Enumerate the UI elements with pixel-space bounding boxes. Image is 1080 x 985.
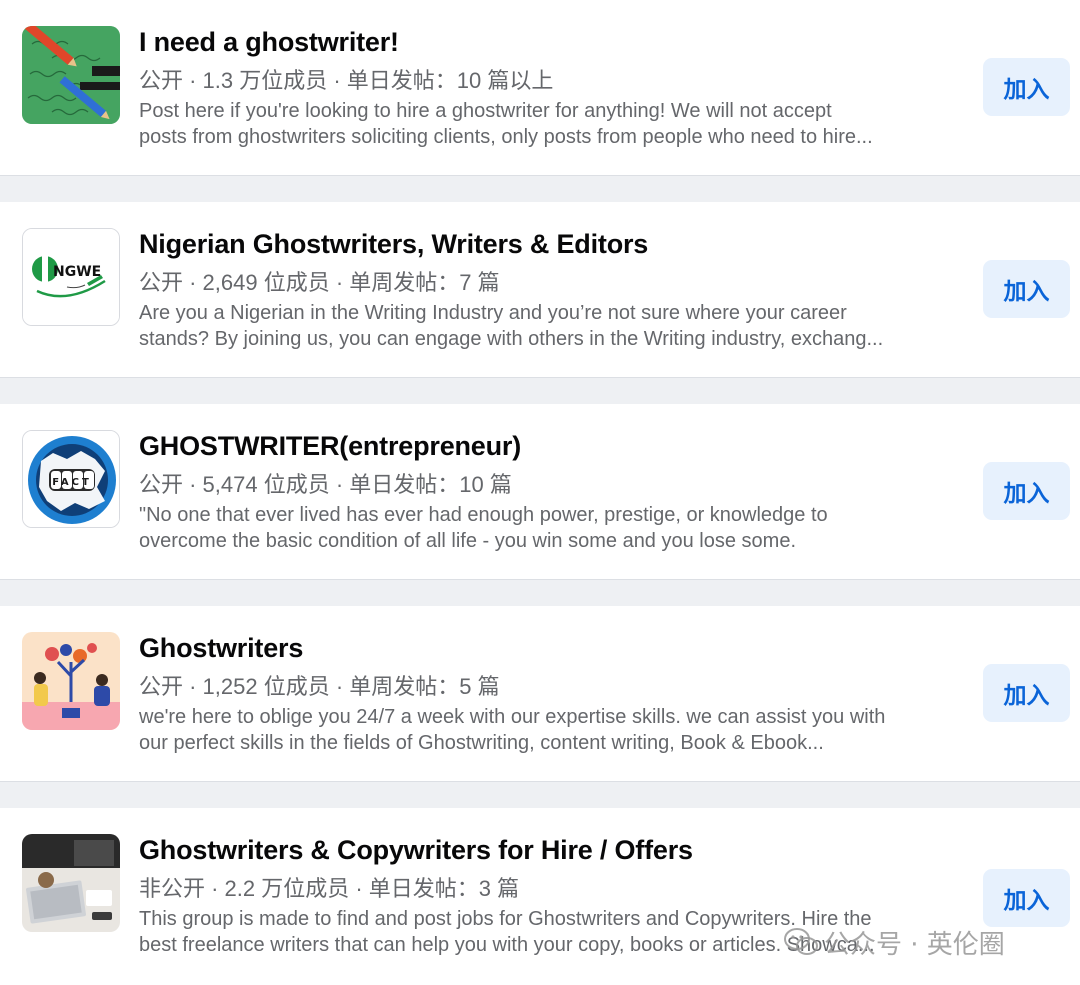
group-results-list: I need a ghostwriter! 公开 · 1.3 万位成员 · 单日…: [0, 0, 1080, 985]
group-thumbnail[interactable]: FACT: [22, 430, 120, 528]
group-meta: 公开 · 2,649 位成员 · 单周发帖：7 篇: [139, 270, 500, 295]
description-line: Post here if you're looking to hire a gh…: [139, 100, 832, 122]
group-title[interactable]: Ghostwriters: [139, 633, 303, 664]
pencil-handwriting-image: [22, 26, 120, 124]
group-card[interactable]: NGWE Nigerian Ghostwriters, Writers & Ed…: [0, 202, 1080, 378]
description-line: Are you a Nigerian in the Writing Indust…: [139, 302, 847, 324]
group-card[interactable]: Ghostwriters 公开 · 1,252 位成员 · 单周发帖：5 篇 w…: [0, 606, 1080, 782]
description-line: "No one that ever lived has ever had eno…: [139, 504, 828, 526]
description-line: our perfect skills in the fields of Ghos…: [139, 732, 824, 754]
ngwe-logo: NGWE: [23, 229, 119, 325]
group-meta: 非公开 · 2.2 万位成员 · 单日发帖：3 篇: [139, 876, 520, 901]
logo-text: FACT: [52, 477, 92, 488]
join-button[interactable]: 加入: [983, 664, 1070, 722]
people-plants-illustration: [22, 632, 120, 730]
join-button[interactable]: 加入: [983, 58, 1070, 116]
fist-fact-image: FACT: [23, 431, 119, 527]
wechat-icon: [784, 928, 818, 955]
join-button[interactable]: 加入: [983, 260, 1070, 318]
description-line: posts from ghostwriters soliciting clien…: [139, 126, 873, 148]
join-button[interactable]: 加入: [983, 462, 1070, 520]
group-meta: 公开 · 1,252 位成员 · 单周发帖：5 篇: [139, 674, 500, 699]
group-description: Are you a Nigerian in the Writing Indust…: [139, 300, 969, 352]
logo-text: NGWE: [53, 264, 101, 280]
description-line: overcome the basic condition of all life…: [139, 530, 797, 552]
description-line: we're here to oblige you 24/7 a week wit…: [139, 706, 886, 728]
group-thumbnail[interactable]: [22, 632, 120, 730]
group-title[interactable]: GHOSTWRITER(entrepreneur): [139, 431, 521, 462]
group-meta: 公开 · 5,474 位成员 · 单日发帖：10 篇: [139, 472, 512, 497]
group-title[interactable]: Ghostwriters & Copywriters for Hire / Of…: [139, 835, 693, 866]
laptop-desk-photo: [22, 834, 120, 932]
join-button[interactable]: 加入: [983, 869, 1070, 927]
description-line: stands? By joining us, you can engage wi…: [139, 328, 884, 350]
group-card[interactable]: I need a ghostwriter! 公开 · 1.3 万位成员 · 单日…: [0, 0, 1080, 176]
group-thumbnail[interactable]: [22, 834, 120, 932]
group-description: Post here if you're looking to hire a gh…: [139, 98, 969, 150]
group-title[interactable]: Nigerian Ghostwriters, Writers & Editors: [139, 229, 648, 260]
group-meta: 公开 · 1.3 万位成员 · 单日发帖：10 篇以上: [139, 68, 554, 93]
group-thumbnail[interactable]: NGWE: [22, 228, 120, 326]
group-description: "No one that ever lived has ever had eno…: [139, 502, 969, 554]
group-card[interactable]: FACT GHOSTWRITER(entrepreneur) 公开 · 5,47…: [0, 404, 1080, 580]
group-title[interactable]: I need a ghostwriter!: [139, 27, 399, 58]
group-description: we're here to oblige you 24/7 a week wit…: [139, 704, 969, 756]
watermark: 公众号 · 英伦圈: [784, 922, 1005, 962]
watermark-text: 公众号 · 英伦圈: [824, 929, 1005, 960]
group-thumbnail[interactable]: [22, 26, 120, 124]
